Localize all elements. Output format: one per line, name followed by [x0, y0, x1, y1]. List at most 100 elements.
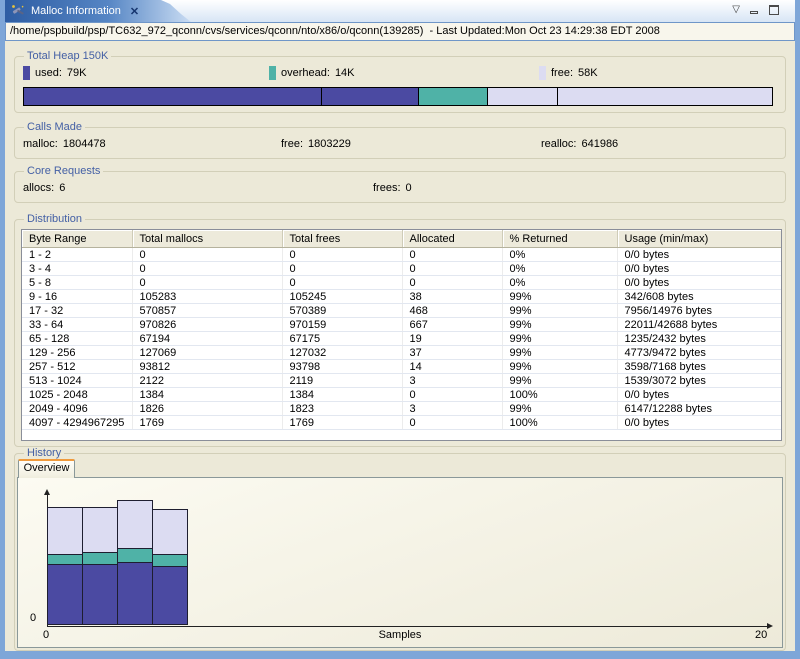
history-bar-segment-overhead: [117, 548, 153, 563]
heap-segment-free: [557, 87, 773, 106]
stat-free: free: 1803229: [281, 138, 351, 150]
table-row[interactable]: 3 - 4 0 0 0 0% 0/0 bytes: [22, 261, 781, 276]
stat-allocs: allocs: 6: [23, 182, 65, 194]
overhead-swatch-icon: [269, 66, 276, 80]
table-cell: 127069: [132, 345, 283, 360]
history-bar-segment-overhead: [47, 554, 83, 565]
table-cell: 5 - 8: [22, 275, 133, 290]
table-cell: 99%: [502, 317, 618, 332]
history-bar-segment-used: [82, 564, 118, 625]
table-cell: 1235/2432 bytes: [617, 331, 781, 346]
table-cell: 257 - 512: [22, 359, 133, 374]
history-bar-segment-used: [117, 562, 153, 625]
table-row[interactable]: 513 - 1024 2122 2119 3 99% 1539/3072 bytes: [22, 373, 781, 388]
table-cell: 9 - 16: [22, 289, 133, 304]
table-cell: 0/0 bytes: [617, 275, 781, 290]
table-row[interactable]: 17 - 32 570857 570389 468 99% 7956/14976 byte…: [22, 303, 781, 318]
history-bar: [117, 485, 153, 625]
table-cell: 19: [402, 331, 503, 346]
x-axis-max-label: 20: [755, 629, 768, 641]
table-cell: 1 - 2: [22, 247, 133, 262]
table-cell: 570389: [282, 303, 403, 318]
used-swatch-icon: [23, 66, 30, 80]
table-cell: 4773/9472 bytes: [617, 345, 781, 360]
table-cell: 0: [282, 247, 403, 262]
table-cell: 1384: [282, 387, 403, 402]
stat-allocs-label: allocs:: [23, 182, 55, 194]
table-cell: 970159: [282, 317, 403, 332]
table-cell: 0: [132, 247, 283, 262]
legend-used-label: used:: [35, 67, 62, 79]
table-row[interactable]: 129 - 256 127069 127032 37 99% 4773/9472 byte…: [22, 345, 781, 360]
calls-made-title: Calls Made: [24, 121, 86, 134]
history-chart-plot: 0 0 Samples 20: [17, 477, 783, 648]
table-cell: 14: [402, 359, 503, 374]
stat-free-value: 1803229: [308, 138, 351, 150]
view-tab-bar: Malloc Information ✕ ▽: [5, 0, 795, 22]
legend-free-label: free:: [551, 67, 574, 79]
history-bar-segment-overhead: [82, 552, 118, 565]
history-bar: [152, 485, 188, 625]
history-bar: [82, 485, 118, 625]
col-total-frees[interactable]: Total frees: [282, 230, 403, 248]
view-toolbar: ▽: [732, 3, 779, 17]
table-cell: 0%: [502, 247, 618, 262]
col-total-mallocs[interactable]: Total mallocs: [132, 230, 283, 248]
table-row[interactable]: 1025 - 2048 1384 1384 0 100% 0/0 bytes: [22, 387, 781, 402]
table-cell: 0: [132, 261, 283, 276]
table-cell: 1384: [132, 387, 283, 402]
free-swatch-icon: [539, 66, 546, 80]
table-cell: 0: [282, 275, 403, 290]
table-row[interactable]: 4097 - 4294967295 1769 1769 0 100% 0/0 bytes: [22, 415, 781, 430]
table-row[interactable]: 65 - 128 67194 67175 19 99% 1235/2432 bytes: [22, 331, 781, 346]
table-cell: 667: [402, 317, 503, 332]
table-cell: 105283: [132, 289, 283, 304]
table-cell: 2049 - 4096: [22, 401, 133, 416]
table-row[interactable]: 257 - 512 93812 93798 14 99% 3598/7168 bytes: [22, 359, 781, 374]
col-byte-range[interactable]: Byte Range: [22, 230, 133, 248]
table-row[interactable]: 5 - 8 0 0 0 0% 0/0 bytes: [22, 275, 781, 290]
table-cell: 1539/3072 bytes: [617, 373, 781, 388]
tab-malloc-information[interactable]: Malloc Information ✕: [5, 0, 191, 22]
table-cell: 513 - 1024: [22, 373, 133, 388]
table-row[interactable]: 2049 - 4096 1826 1823 3 99% 6147/12288 bytes: [22, 401, 781, 416]
stat-malloc-label: malloc:: [23, 138, 58, 150]
tab-overview[interactable]: Overview: [18, 459, 75, 478]
table-cell: 342/608 bytes: [617, 289, 781, 304]
table-cell: 3: [402, 373, 503, 388]
heap-segment-overhead: [418, 87, 489, 106]
maximize-icon[interactable]: [769, 5, 779, 15]
total-heap-group: Total Heap 150K used: 79K overhead: 14K …: [14, 50, 786, 113]
table-cell: 99%: [502, 373, 618, 388]
col-allocated[interactable]: Allocated: [402, 230, 503, 248]
table-cell: 37: [402, 345, 503, 360]
table-cell: 1769: [282, 415, 403, 430]
table-cell: 99%: [502, 401, 618, 416]
history-bar-segment-free: [117, 500, 153, 549]
col-pct-returned[interactable]: % Returned: [502, 230, 618, 248]
table-cell: 3: [402, 401, 503, 416]
stat-realloc-value: 641986: [581, 138, 619, 150]
close-icon[interactable]: ✕: [130, 5, 139, 18]
table-cell: 127032: [282, 345, 403, 360]
table-cell: 0: [402, 261, 503, 276]
table-cell: 0: [132, 275, 283, 290]
table-row[interactable]: 1 - 2 0 0 0 0% 0/0 bytes: [22, 247, 781, 262]
col-usage[interactable]: Usage (min/max): [617, 230, 781, 248]
table-cell: 970826: [132, 317, 283, 332]
table-cell: 0: [402, 415, 503, 430]
table-cell: 3598/7168 bytes: [617, 359, 781, 374]
history-group: History Overview 0 0 Samples 20: [14, 447, 786, 651]
y-axis-origin-label: 0: [30, 612, 37, 624]
heap-bar: [23, 87, 777, 106]
table-cell: 1826: [132, 401, 283, 416]
table-cell: 0: [402, 387, 503, 402]
history-bar-segment-overhead: [152, 554, 188, 567]
table-row[interactable]: 9 - 16 105283 105245 38 99% 342/608 bytes: [22, 289, 781, 304]
table-row[interactable]: 33 - 64 970826 970159 667 99% 22011/42688 byt…: [22, 317, 781, 332]
table-cell: 0: [282, 261, 403, 276]
minimize-icon[interactable]: [750, 6, 759, 15]
view-menu-icon[interactable]: ▽: [732, 3, 740, 17]
table-cell: 7956/14976 bytes: [617, 303, 781, 318]
core-requests-group: Core Requests allocs: 6 frees: 0: [14, 165, 786, 203]
